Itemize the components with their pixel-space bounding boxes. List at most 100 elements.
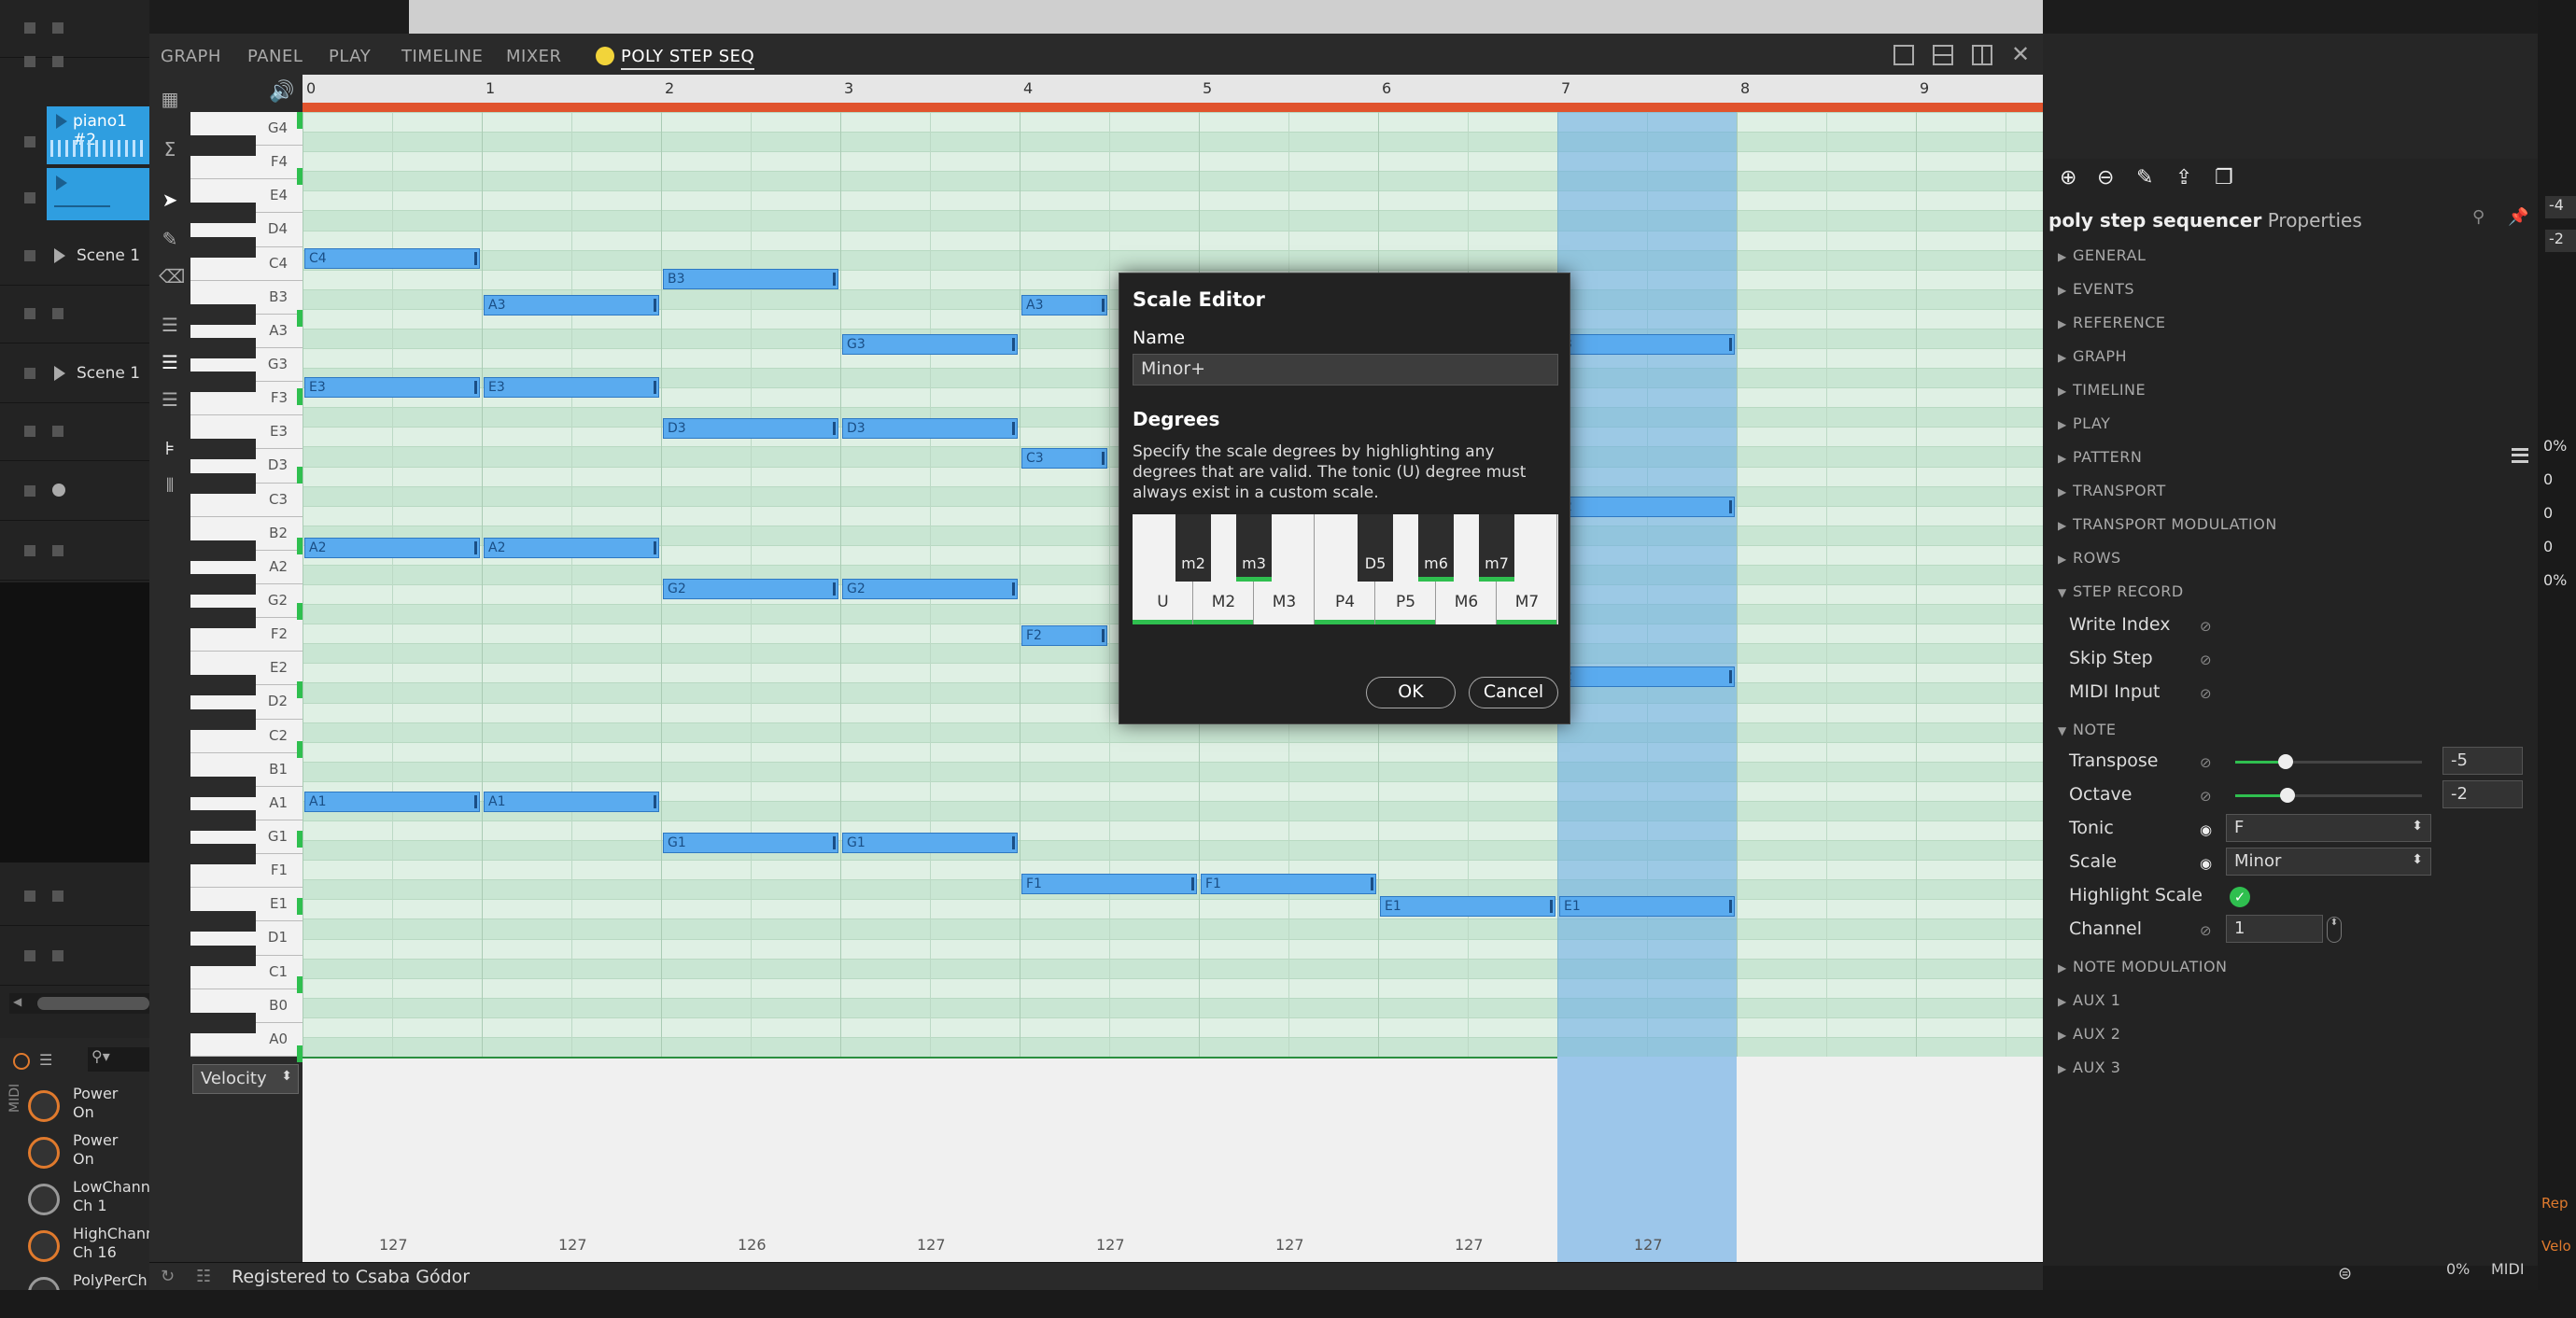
track-toggle[interactable] xyxy=(24,368,35,379)
track-toggle[interactable] xyxy=(52,545,63,556)
clip-play-icon[interactable] xyxy=(56,175,67,190)
black-key[interactable] xyxy=(190,203,256,224)
duplicate-icon[interactable]: ❐ xyxy=(2215,166,2233,189)
menu-icon[interactable] xyxy=(2512,448,2528,463)
note-event[interactable]: C4 xyxy=(304,248,480,269)
tab-graph[interactable]: GRAPH xyxy=(161,47,221,66)
scene-row[interactable]: Scene 1 xyxy=(0,345,149,403)
section-pattern[interactable]: ▶ PATTERN xyxy=(2058,448,2142,466)
eye-hidden-icon[interactable]: ⊘ xyxy=(2200,652,2220,668)
black-key[interactable] xyxy=(190,675,256,696)
track-row[interactable] xyxy=(0,286,149,344)
black-key[interactable] xyxy=(190,372,256,393)
track-toggle[interactable] xyxy=(52,426,63,437)
eye-hidden-icon[interactable]: ⊘ xyxy=(2200,788,2220,805)
note-event[interactable]: D3 xyxy=(842,418,1018,439)
note-event[interactable]: 2 xyxy=(1559,497,1735,517)
lanes-alt-icon[interactable]: ☰ xyxy=(159,388,181,411)
black-key[interactable] xyxy=(190,540,256,561)
edit-icon[interactable]: ✎ xyxy=(2136,166,2153,189)
note-event[interactable]: A2 xyxy=(484,538,659,558)
black-key[interactable] xyxy=(190,135,256,157)
knob-icon[interactable] xyxy=(28,1090,60,1122)
track-row[interactable] xyxy=(0,523,149,581)
section-graph[interactable]: ▶ GRAPH xyxy=(2058,347,2127,365)
track-toggle[interactable] xyxy=(52,890,63,902)
octave-value[interactable]: -2 xyxy=(2442,780,2523,808)
scene-play-icon[interactable] xyxy=(54,366,65,381)
eye-visible-icon[interactable]: ◉ xyxy=(2200,821,2220,838)
layout-columns-icon[interactable] xyxy=(1972,45,1992,65)
bars-icon[interactable]: ⦀ xyxy=(159,474,181,497)
note-event[interactable]: A1 xyxy=(304,792,480,812)
black-key[interactable] xyxy=(190,945,256,966)
black-key[interactable] xyxy=(190,776,256,797)
note-event[interactable]: A1 xyxy=(484,792,659,812)
layout-rows-icon[interactable] xyxy=(1933,45,1953,65)
note-event[interactable]: G2 xyxy=(842,579,1018,599)
note-event[interactable]: E3 xyxy=(484,377,659,398)
track-toggle[interactable] xyxy=(24,545,35,556)
pointer-icon[interactable]: ➤ xyxy=(159,189,181,211)
knob-icon[interactable] xyxy=(28,1230,60,1262)
black-key[interactable] xyxy=(190,472,256,494)
scene-row[interactable]: Scene 1 xyxy=(0,228,149,286)
scale-name-input[interactable]: Minor+ xyxy=(1133,354,1558,386)
edge-value[interactable]: -2 xyxy=(2545,230,2576,252)
note-event[interactable]: F2 xyxy=(1021,625,1107,646)
section-step-record[interactable]: ▼ STEP RECORD xyxy=(2058,582,2184,600)
transpose-slider-knob[interactable] xyxy=(2278,754,2293,769)
section-reference[interactable]: ▶ REFERENCE xyxy=(2058,314,2166,331)
speaker-icon[interactable]: 🔊 xyxy=(269,80,294,104)
track-toggle[interactable] xyxy=(52,22,63,34)
horizontal-scrollbar[interactable]: ◀ xyxy=(9,993,149,1014)
cancel-button[interactable]: Cancel xyxy=(1469,677,1558,708)
scroll-left-icon[interactable]: ◀ xyxy=(13,995,21,1008)
section-events[interactable]: ▶ EVENTS xyxy=(2058,280,2134,298)
knob-icon[interactable] xyxy=(28,1137,60,1169)
eye-hidden-icon[interactable]: ⊘ xyxy=(2200,754,2220,771)
tab-panel[interactable]: PANEL xyxy=(247,47,303,66)
black-key[interactable] xyxy=(190,1012,256,1033)
clip-piano[interactable]: piano1 #2 xyxy=(47,106,149,164)
pin-icon[interactable]: 📌 xyxy=(2508,207,2528,227)
track-toggle[interactable] xyxy=(24,950,35,961)
scale-dropdown[interactable]: Minor ⬍ xyxy=(2226,848,2431,876)
track-row[interactable] xyxy=(0,928,149,986)
note-event[interactable]: G1 xyxy=(663,833,838,853)
track-toggle[interactable] xyxy=(24,22,35,34)
note-event[interactable]: A3 xyxy=(484,295,659,315)
highlight-scale-checkbox[interactable]: ✓ xyxy=(2230,887,2250,907)
tab-mixer[interactable]: MIXER xyxy=(506,47,562,66)
note-event[interactable]: 2 xyxy=(1559,666,1735,687)
note-event[interactable]: G2 xyxy=(663,579,838,599)
track-row[interactable] xyxy=(0,403,149,461)
black-key[interactable] xyxy=(190,911,256,932)
section-timeline[interactable]: ▶ TIMELINE xyxy=(2058,381,2146,399)
layout-single-icon[interactable] xyxy=(1893,45,1914,65)
octave-slider-knob[interactable] xyxy=(2280,788,2295,803)
track-toggle[interactable] xyxy=(52,308,63,319)
black-key[interactable] xyxy=(190,236,256,258)
note-event[interactable]: 3 xyxy=(1559,334,1735,355)
section-general[interactable]: ▶ GENERAL xyxy=(2058,246,2146,264)
sigma-icon[interactable]: Σ xyxy=(159,138,181,161)
degree-key-m3[interactable]: m3 xyxy=(1236,514,1272,582)
black-key[interactable] xyxy=(190,608,256,629)
record-dot-icon[interactable] xyxy=(52,484,65,497)
tonic-dropdown[interactable]: F ⬍ xyxy=(2226,814,2431,842)
eye-hidden-icon[interactable]: ⊘ xyxy=(2200,922,2220,939)
loop-bar[interactable] xyxy=(303,103,2043,112)
device-power-icon[interactable] xyxy=(13,1053,30,1070)
edge-value[interactable]: -4 xyxy=(2545,196,2576,218)
channel-stepper-icon[interactable]: ⬍ xyxy=(2327,917,2342,943)
note-event[interactable]: D3 xyxy=(663,418,838,439)
section-aux-3[interactable]: ▶ AUX 3 xyxy=(2058,1059,2120,1076)
black-key[interactable] xyxy=(190,708,256,730)
section-aux-1[interactable]: ▶ AUX 1 xyxy=(2058,991,2120,1009)
refresh-icon[interactable]: ↻ xyxy=(161,1267,175,1286)
track-toggle[interactable] xyxy=(52,950,63,961)
section-aux-2[interactable]: ▶ AUX 2 xyxy=(2058,1025,2120,1043)
transpose-value[interactable]: -5 xyxy=(2442,747,2523,775)
note-event[interactable]: A2 xyxy=(304,538,480,558)
